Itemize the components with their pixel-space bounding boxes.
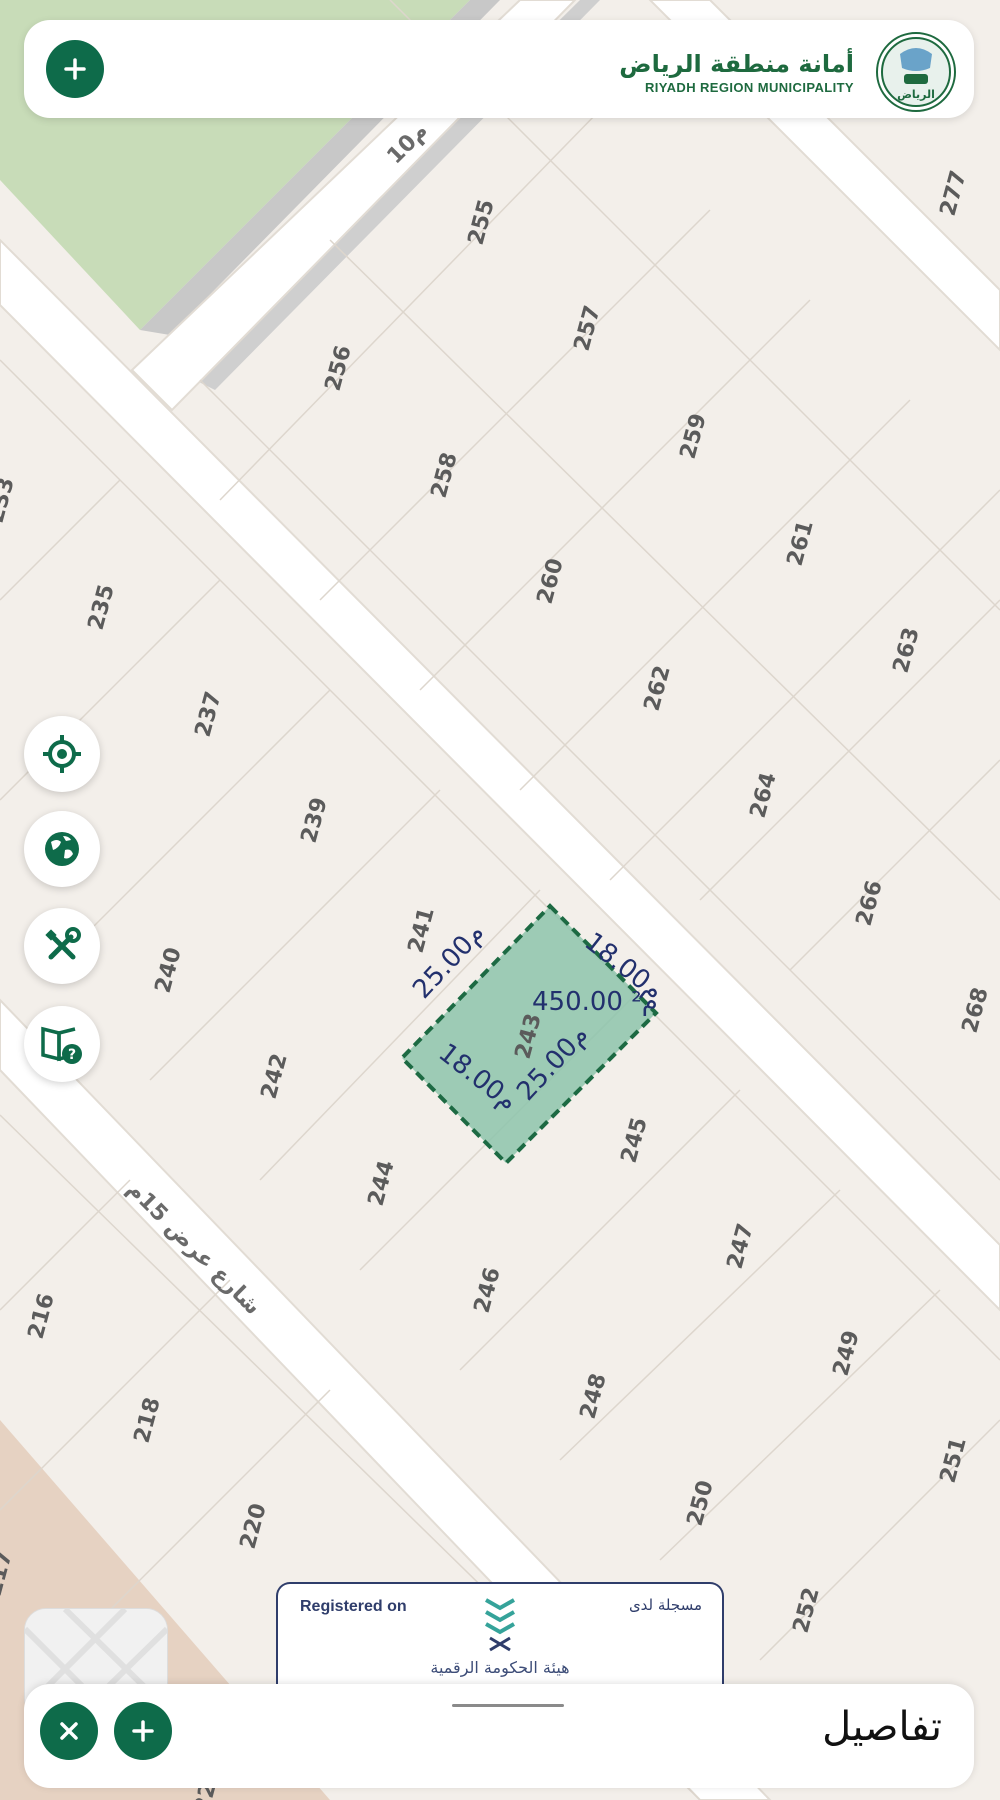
plus-icon (132, 1720, 154, 1742)
tools-icon (45, 927, 81, 960)
layers-globe-button[interactable] (24, 811, 100, 887)
globe-icon (45, 832, 79, 866)
guide-help-button[interactable]: ? (24, 1006, 100, 1082)
locate-icon (43, 735, 81, 773)
emblem-icon: الرياض (881, 37, 951, 107)
plus-icon (64, 58, 86, 80)
sheet-drag-handle[interactable] (452, 1704, 564, 1707)
add-details-button[interactable] (114, 1702, 172, 1760)
digital-gov-logo-icon (485, 1598, 515, 1652)
close-icon (60, 1722, 78, 1740)
parcel-map[interactable]: 2772552572562592582612602632622642662682… (0, 0, 1000, 1800)
municipality-logo-text: أمانة منطقة الرياض RIYADH REGION MUNICIP… (619, 50, 854, 95)
logo-english: RIYADH REGION MUNICIPALITY (644, 80, 854, 95)
details-title: تفاصيل (822, 1704, 942, 1750)
tools-button[interactable] (24, 908, 100, 984)
emblem-text: الرياض (897, 88, 935, 101)
details-bottom-sheet[interactable]: تفاصيل (24, 1684, 974, 1788)
logo-arabic: أمانة منطقة الرياض (619, 50, 854, 78)
registered-ar-label: مسجلة لدى (628, 1596, 702, 1614)
registered-badge: Registered on مسجلة لدى هيئة الحكومة الر… (276, 1582, 724, 1684)
add-button[interactable] (46, 40, 104, 98)
close-button[interactable] (40, 1702, 98, 1760)
svg-text:?: ? (68, 1047, 76, 1063)
locate-button[interactable] (24, 716, 100, 792)
top-bar: أمانة منطقة الرياض RIYADH REGION MUNICIP… (24, 20, 974, 118)
digital-gov-name: هيئة الحكومة الرقمية (430, 1658, 570, 1677)
registered-on-label: Registered on (300, 1598, 407, 1615)
guide-help-icon: ? (41, 1026, 82, 1064)
municipality-emblem: الرياض (876, 32, 956, 112)
